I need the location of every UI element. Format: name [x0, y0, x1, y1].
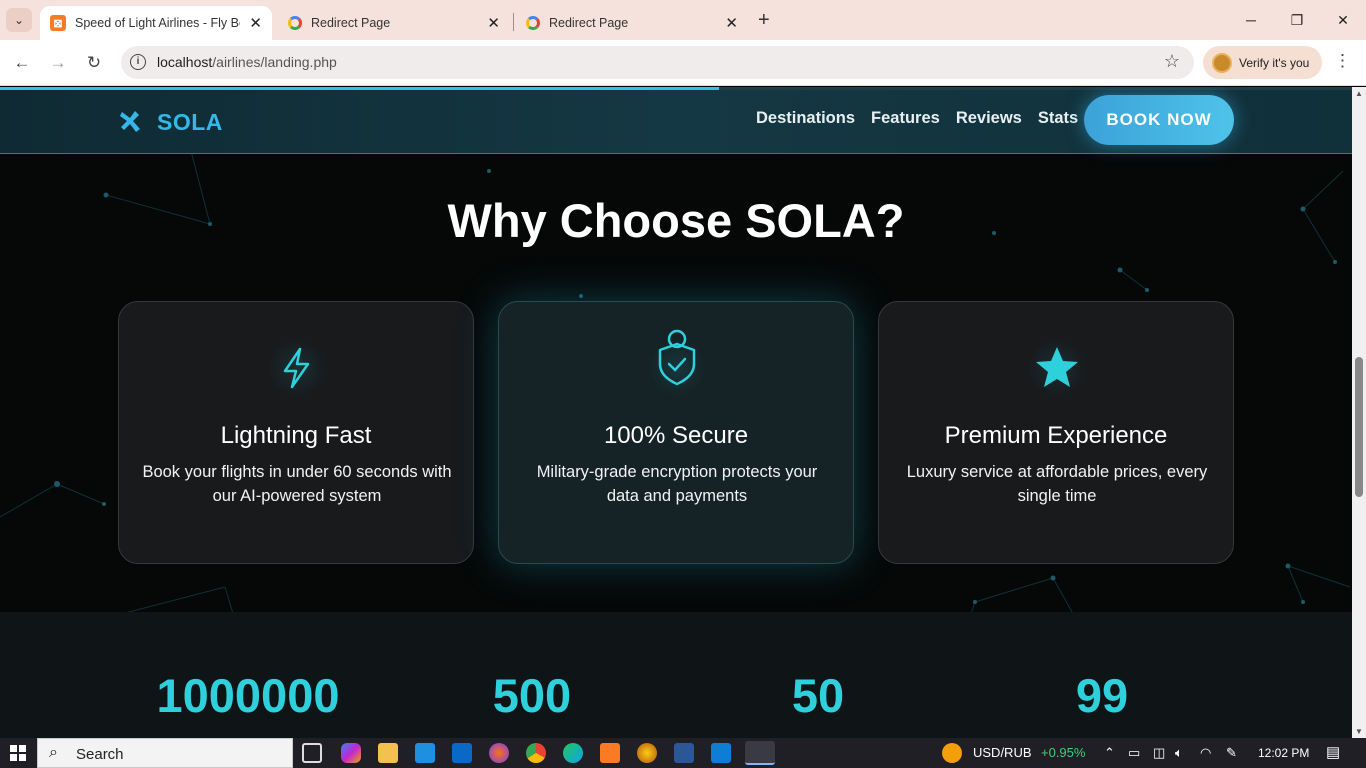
camera-icon[interactable]: ◫: [1153, 745, 1165, 761]
back-button[interactable]: ←: [10, 51, 34, 75]
close-icon[interactable]: ✕: [725, 14, 738, 32]
edge-icon[interactable]: [563, 743, 583, 763]
feature-card-premium: Premium Experience Luxury service at aff…: [878, 301, 1234, 564]
section-title: Why Choose SOLA?: [447, 194, 905, 247]
notifications-icon[interactable]: ▤: [1326, 743, 1340, 761]
tab-redirect-2[interactable]: Redirect Page ✕: [516, 6, 748, 40]
web-page: SOLA Destinations Features Reviews Stats…: [0, 87, 1352, 738]
plane-logo-icon[interactable]: [119, 107, 147, 135]
logo-text[interactable]: SOLA: [157, 109, 223, 136]
feature-title: Premium Experience: [944, 422, 1168, 449]
taskbar-search-box[interactable]: ⌕ Search: [37, 738, 293, 768]
file-explorer-icon[interactable]: [378, 743, 398, 763]
address-bar[interactable]: i localhost/airlines/landing.php ☆: [121, 46, 1194, 79]
profile-verify-chip[interactable]: Verify it's you: [1203, 46, 1322, 79]
word-icon[interactable]: [674, 743, 694, 763]
stat-value: 1000000: [156, 669, 340, 722]
chevron-up-icon[interactable]: ⌃: [1104, 745, 1115, 761]
vscode-icon[interactable]: [711, 743, 731, 763]
task-view-icon[interactable]: [302, 743, 322, 763]
book-now-button[interactable]: BOOK NOW: [1084, 95, 1234, 145]
site-info-icon[interactable]: i: [130, 54, 146, 70]
feature-card-secure: 100% Secure Military-grade encryption pr…: [498, 301, 854, 564]
site-navbar: SOLA Destinations Features Reviews Stats…: [0, 90, 1352, 154]
profile-label: Verify it's you: [1239, 55, 1310, 70]
volume-icon[interactable]: 🔈︎: [1175, 745, 1183, 761]
currency-icon: [942, 743, 962, 763]
tab-speed-of-light[interactable]: ⊠ Speed of Light Airlines - Fly Bey ✕: [40, 6, 272, 40]
ticker-symbol[interactable]: USD/RUB: [973, 745, 1032, 760]
chrome-active-icon[interactable]: [745, 741, 775, 765]
tab-title: Redirect Page: [549, 16, 629, 30]
ticker-change[interactable]: +0.95%: [1041, 745, 1085, 760]
feature-title: Lightning Fast: [220, 422, 372, 449]
close-window-button[interactable]: ✕: [1320, 0, 1366, 40]
mail-icon[interactable]: [452, 743, 472, 763]
copilot-icon[interactable]: [341, 743, 361, 763]
wifi-icon[interactable]: ◠: [1200, 745, 1211, 761]
forward-button[interactable]: →: [46, 51, 70, 75]
stats-section: 1000000 500 50 99: [0, 612, 1352, 738]
tab-divider: [513, 13, 514, 31]
windows-start-icon[interactable]: [10, 745, 26, 761]
app-icon[interactable]: [637, 743, 657, 763]
close-icon[interactable]: ✕: [249, 14, 262, 32]
windows-taskbar: ⌕ Search USD/RUB +0.95% ⌃ ▭ ◫ 🔈︎ ◠ ✎ 12:…: [0, 738, 1366, 768]
google-icon: [288, 16, 302, 30]
minimize-button[interactable]: ─: [1228, 0, 1274, 40]
stat-value: 50: [791, 669, 845, 722]
bookmark-star-icon[interactable]: ☆: [1164, 51, 1180, 72]
scrollbar-thumb[interactable]: [1355, 357, 1363, 497]
clock[interactable]: 12:02 PM: [1258, 746, 1309, 760]
app-icon[interactable]: [489, 743, 509, 763]
tab-redirect-1[interactable]: Redirect Page ✕: [278, 6, 510, 40]
scroll-down-icon[interactable]: ▼: [1355, 727, 1363, 736]
close-icon[interactable]: ✕: [487, 14, 500, 32]
search-icon: ⌕: [49, 744, 58, 761]
url-path: /airlines/landing.php: [212, 54, 337, 70]
restore-button[interactable]: ❐: [1274, 0, 1320, 40]
nav-link-reviews[interactable]: Reviews: [956, 109, 1022, 128]
avatar: [1212, 52, 1232, 73]
lightning-icon: [267, 338, 327, 398]
stat-value: 99: [1075, 669, 1129, 722]
scroll-up-icon[interactable]: ▲: [1355, 89, 1363, 98]
store-icon[interactable]: [415, 743, 435, 763]
tab-title: Speed of Light Airlines - Fly Bey: [75, 16, 240, 30]
page-scrollbar[interactable]: ▲ ▼: [1352, 87, 1366, 738]
feature-description: Book your flights in under 60 seconds wi…: [142, 463, 452, 505]
url-host: localhost: [157, 54, 213, 70]
xampp-icon[interactable]: [600, 743, 620, 763]
nav-links: Destinations Features Reviews Stats: [756, 109, 1078, 128]
url-text: localhost/airlines/landing.php: [157, 54, 337, 70]
reload-button[interactable]: ↻: [82, 51, 106, 75]
nav-link-destinations[interactable]: Destinations: [756, 109, 855, 128]
google-icon: [526, 16, 540, 30]
star-icon: [1027, 338, 1087, 398]
nav-link-features[interactable]: Features: [871, 109, 940, 128]
new-tab-button[interactable]: +: [758, 9, 770, 32]
tab-search-button[interactable]: ⌄: [6, 8, 32, 32]
tab-title: Redirect Page: [311, 16, 391, 30]
chrome-icon[interactable]: [526, 743, 546, 763]
feature-card-fast: Lightning Fast Book your flights in unde…: [118, 301, 474, 564]
feature-title: 100% Secure: [603, 422, 749, 449]
feature-description: Military-grade encryption protects your …: [536, 463, 818, 505]
xampp-icon: ⊠: [50, 15, 66, 31]
battery-icon[interactable]: ▭: [1128, 745, 1140, 761]
stat-value: 500: [492, 669, 572, 722]
search-label: Search: [76, 746, 124, 763]
shield-check-icon: [647, 329, 707, 398]
pen-icon[interactable]: ✎: [1226, 745, 1237, 761]
browser-menu-icon[interactable]: ⋮: [1334, 51, 1351, 71]
feature-description: Luxury service at affordable prices, eve…: [906, 463, 1208, 505]
browser-tab-strip: ⌄ ⊠ Speed of Light Airlines - Fly Bey ✕ …: [0, 0, 1366, 40]
nav-link-stats[interactable]: Stats: [1038, 109, 1078, 128]
browser-toolbar: ← → ↻ i localhost/airlines/landing.php ☆…: [0, 40, 1366, 86]
